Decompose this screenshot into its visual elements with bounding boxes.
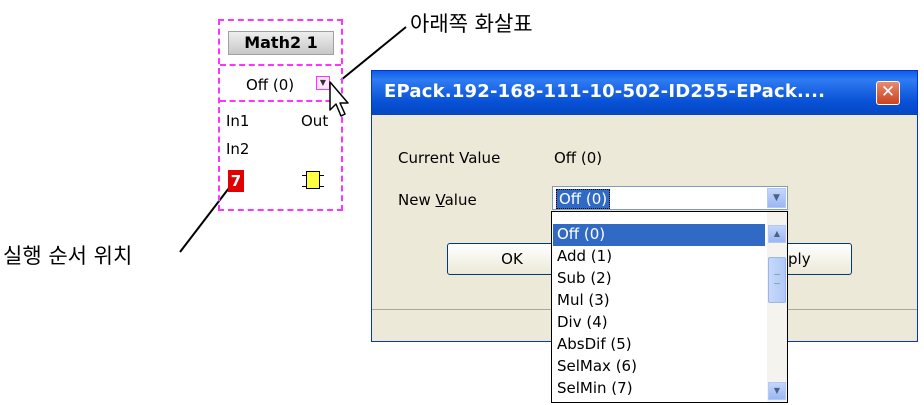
- input-pin-in2[interactable]: In2: [226, 140, 249, 158]
- option-div[interactable]: Div (4): [553, 312, 765, 334]
- scroll-up-button[interactable]: ▲: [768, 225, 786, 243]
- output-pin-out[interactable]: Out: [301, 112, 328, 130]
- new-value-selected: Off (0): [556, 189, 611, 209]
- close-button[interactable]: ✕: [876, 81, 900, 105]
- new-value-label: New Value: [398, 191, 477, 209]
- scroll-up-icon: ▲: [773, 229, 781, 238]
- option-sub[interactable]: Sub (2): [553, 268, 765, 290]
- math-function-block[interactable]: Math2 1 Off (0) ▼ In1 Out In2 7: [218, 19, 343, 211]
- chevron-down-icon: ▼: [319, 78, 327, 87]
- dropdown-toggle-button[interactable]: ▼: [767, 188, 786, 208]
- exec-order-badge: 7: [228, 170, 244, 192]
- input-pin-in1[interactable]: In1: [226, 112, 249, 130]
- option-selmin[interactable]: SelMin (7): [553, 378, 765, 400]
- exec-order-callout: 실행 순서 위치: [3, 244, 133, 268]
- scroll-down-button[interactable]: ▼: [768, 382, 786, 400]
- chevron-down-icon: ▼: [773, 193, 780, 203]
- down-arrow-callout: 아래쪽 화살표: [410, 12, 533, 36]
- block-divider: [220, 64, 341, 66]
- cursor-icon: [329, 81, 349, 117]
- option-add[interactable]: Add (1): [553, 246, 765, 268]
- current-value: Off (0): [554, 149, 603, 167]
- close-icon: ✕: [880, 82, 896, 102]
- dialog-titlebar[interactable]: EPack.192-168-111-10-502-ID255-EPack....…: [372, 71, 917, 115]
- option-selmax[interactable]: SelMax (6): [553, 356, 765, 378]
- dialog-title: EPack.192-168-111-10-502-ID255-EPack....: [384, 81, 826, 102]
- option-mul[interactable]: Mul (3): [553, 290, 765, 312]
- chip-icon: [302, 171, 324, 189]
- block-title: Math2 1: [228, 31, 334, 55]
- current-value-label: Current Value: [398, 149, 501, 167]
- option-off[interactable]: Off (0): [553, 224, 765, 246]
- new-value-options-list[interactable]: Off (0) Add (1) Sub (2) Mul (3) Div (4) …: [551, 211, 788, 403]
- option-absdif[interactable]: AbsDif (5): [553, 334, 765, 356]
- apply-button-label: ply: [788, 250, 811, 268]
- scroll-down-icon: ▼: [773, 386, 781, 395]
- scrollbar-thumb[interactable]: [768, 257, 786, 303]
- options-scrollbar[interactable]: ▲ ▼: [767, 212, 787, 402]
- new-value-select[interactable]: Off (0) ▼: [552, 186, 788, 210]
- mnemonic-letter: V: [435, 191, 445, 209]
- block-divider: [220, 100, 341, 102]
- block-mode-value[interactable]: Off (0): [246, 76, 294, 94]
